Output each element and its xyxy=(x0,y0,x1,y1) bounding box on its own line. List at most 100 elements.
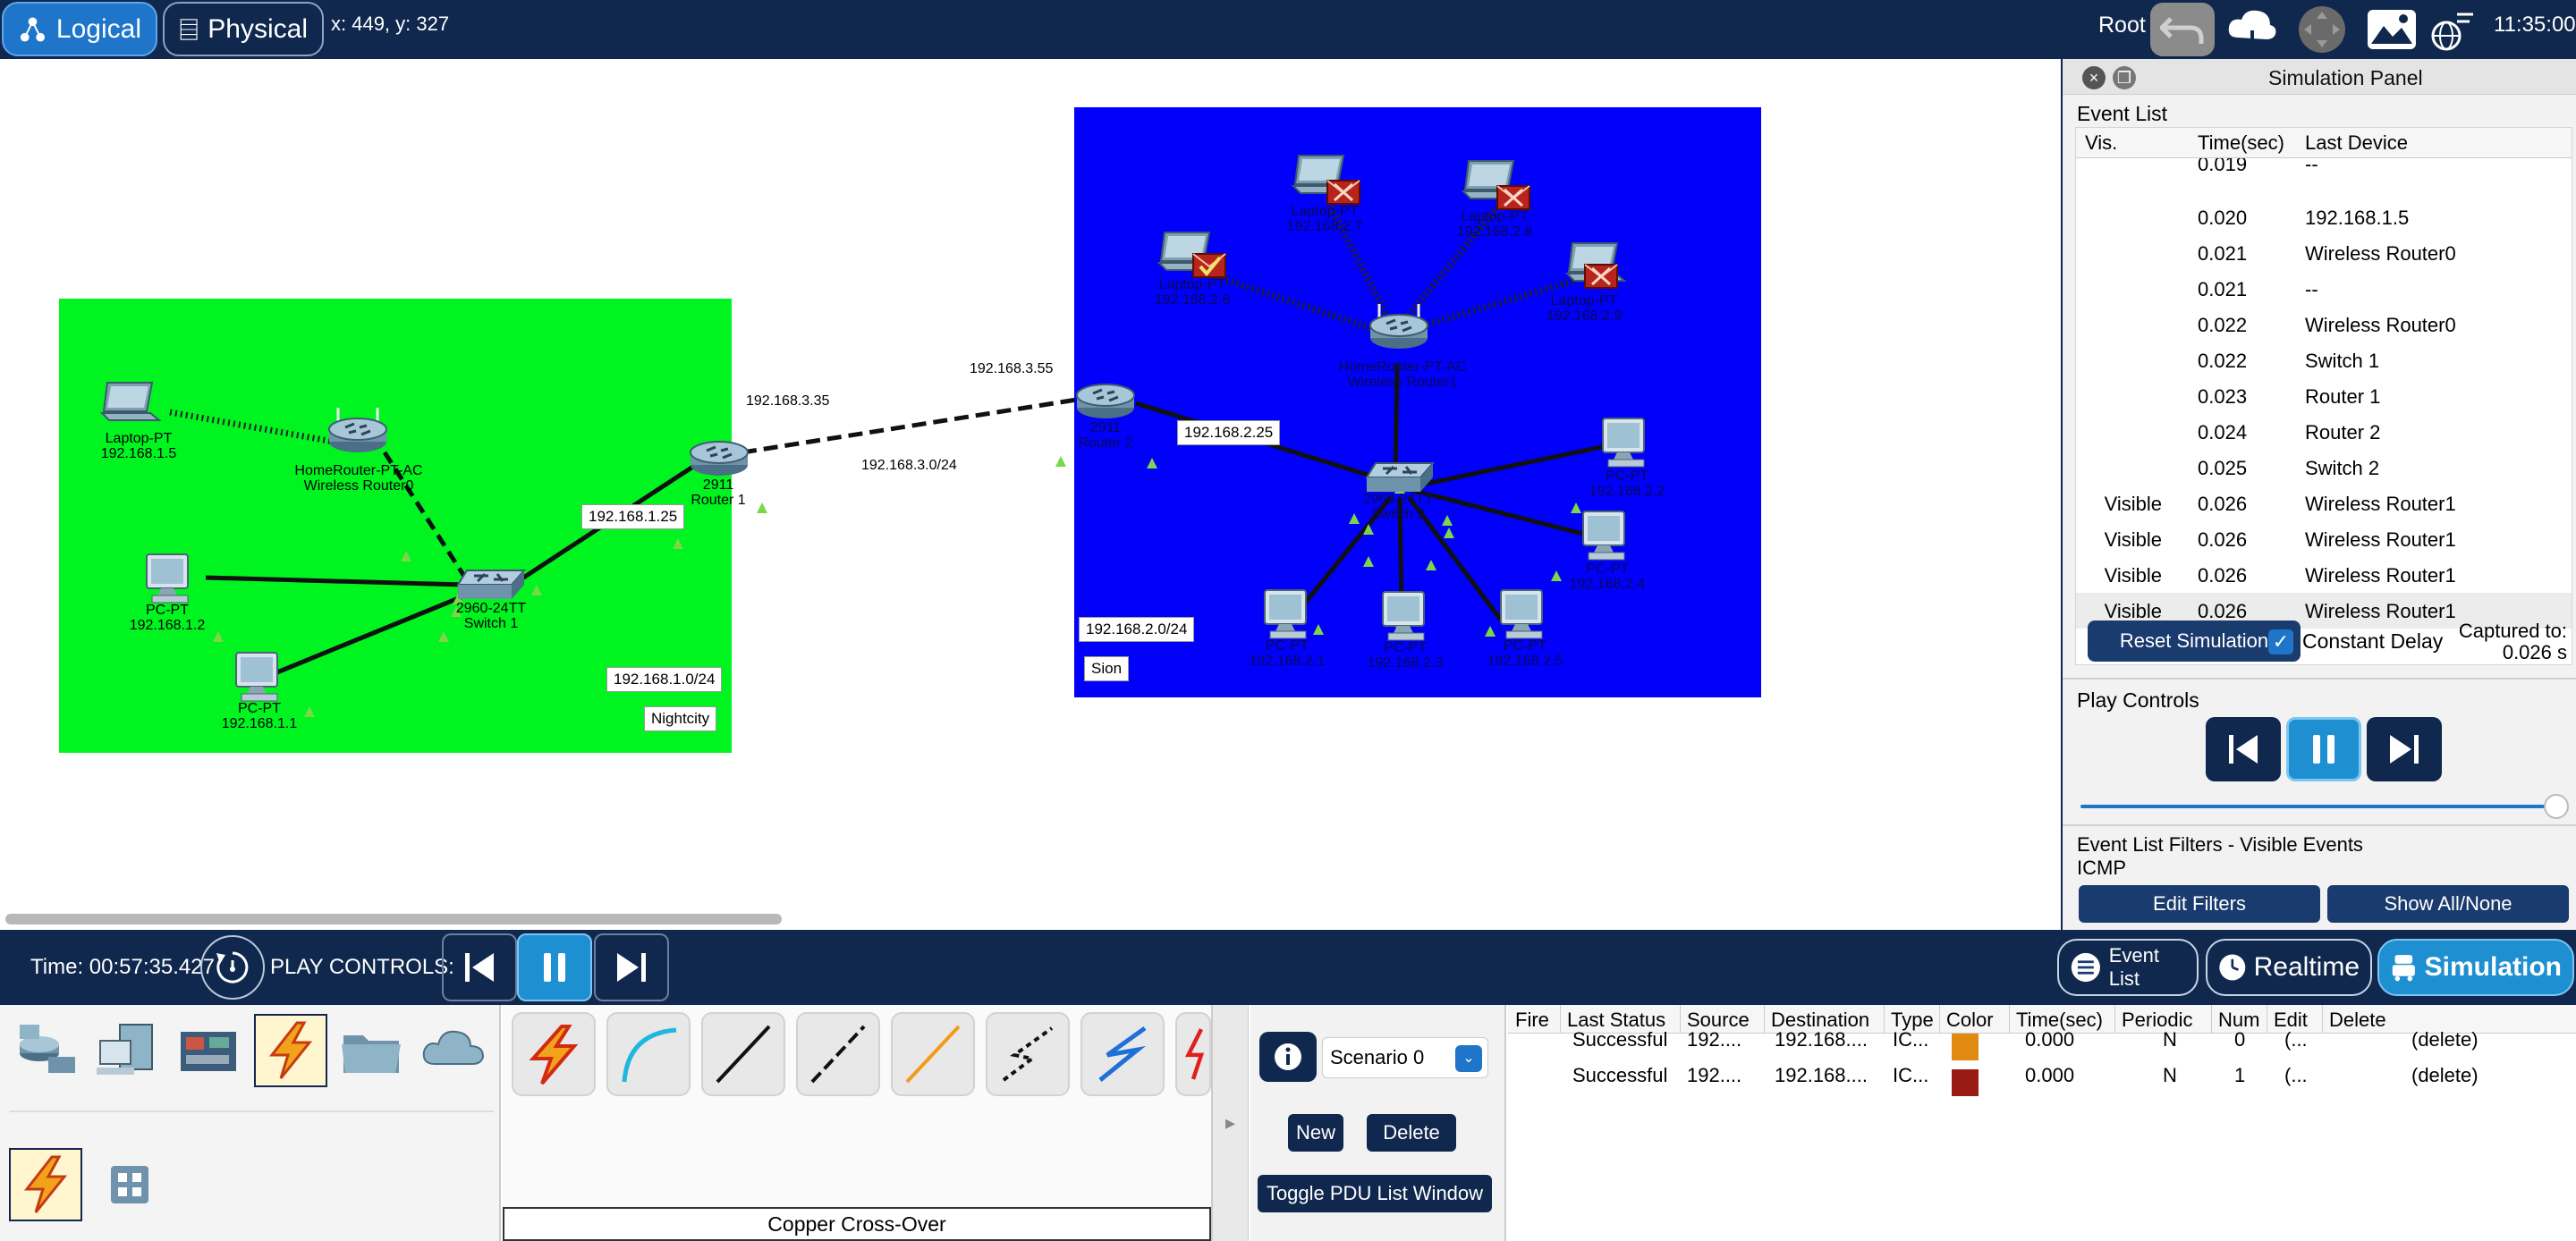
event-row[interactable]: 0.022 Wireless Router0 xyxy=(2076,307,2572,342)
event-row[interactable]: 0.022 Switch 1 xyxy=(2076,342,2572,378)
constant-delay-checkbox[interactable]: ✓ xyxy=(2268,629,2293,654)
event-row[interactable]: Visible 0.026 Wireless Router1 xyxy=(2076,521,2572,557)
cluster-name-note[interactable]: Nightcity xyxy=(644,706,717,731)
undo-button[interactable] xyxy=(2150,3,2215,56)
event-row[interactable]: 0.025 Switch 2 xyxy=(2076,450,2572,485)
laptop-192-168-2-8[interactable] xyxy=(1462,160,1531,211)
connections-category[interactable] xyxy=(254,1014,327,1087)
pc-192-168-2-4[interactable] xyxy=(1582,511,1625,561)
event-row[interactable]: Visible 0.026 Wireless Router1 xyxy=(2076,557,2572,593)
show-all-none-button[interactable]: Show All/None xyxy=(2327,885,2569,923)
simulation-mode-button[interactable]: Simulation xyxy=(2377,939,2574,996)
panel-collapse-arrow[interactable]: ▸ xyxy=(1213,1005,1249,1241)
serial-connection[interactable] xyxy=(1175,1012,1211,1096)
pc-192-168-2-2[interactable] xyxy=(1602,418,1645,468)
pause-button[interactable] xyxy=(517,933,592,1001)
speed-slider-track[interactable] xyxy=(2080,805,2555,808)
grid-view-button[interactable] xyxy=(93,1148,166,1221)
multiuser-category[interactable] xyxy=(417,1014,490,1087)
pdu-delete[interactable]: (delete) xyxy=(2411,1028,2479,1051)
network-devices-category[interactable] xyxy=(9,1014,82,1087)
laptop-192-168-1-5[interactable] xyxy=(101,382,160,421)
pc-192-168-1-1[interactable] xyxy=(235,652,278,702)
components-category[interactable] xyxy=(172,1014,245,1087)
console-connection[interactable] xyxy=(606,1012,691,1096)
laptop-192-168-2-7[interactable] xyxy=(1292,155,1361,206)
close-panel-button[interactable]: × xyxy=(2082,66,2106,89)
horizontal-scrollbar[interactable] xyxy=(5,914,782,924)
move-button[interactable] xyxy=(2290,3,2354,56)
router-2[interactable] xyxy=(1075,383,1136,420)
connection-type-selector[interactable] xyxy=(9,1148,82,1221)
toggle-pdu-list-button[interactable]: Toggle PDU List Window xyxy=(1258,1175,1492,1212)
column-header[interactable]: Last Device xyxy=(2305,131,2408,155)
device-label: 2960-24TT Switch 2 xyxy=(1362,492,1434,522)
pdu-row[interactable]: Successful 192.... 192.168.... IC... 0.000 N 0… xyxy=(1508,1023,2576,1060)
pause-button[interactable] xyxy=(2286,717,2361,781)
column-header[interactable]: Vis. xyxy=(2085,131,2117,155)
pc-192-168-2-3[interactable] xyxy=(1382,591,1425,641)
pdu-delete[interactable]: (delete) xyxy=(2411,1064,2479,1087)
reset-time-button[interactable] xyxy=(200,935,265,1000)
network-note[interactable]: 192.168.2.0/24 xyxy=(1079,617,1195,642)
logical-view-button[interactable]: Logical xyxy=(2,2,157,56)
cloud-button[interactable] xyxy=(2220,3,2284,56)
fiber-connection[interactable] xyxy=(891,1012,975,1096)
scenario-info-button[interactable] xyxy=(1259,1032,1317,1082)
step-back-button[interactable] xyxy=(442,933,517,1001)
event-time: 0.026 xyxy=(2198,564,2248,587)
wireless-router1[interactable] xyxy=(1368,302,1429,350)
pc-192-168-2-5[interactable] xyxy=(1500,589,1543,639)
root-breadcrumb[interactable]: Root xyxy=(2098,13,2146,38)
link-ip-label[interactable]: 192.168.1.25 xyxy=(581,504,685,529)
switch-1[interactable] xyxy=(456,569,526,601)
physical-view-button[interactable]: Physical xyxy=(163,2,324,56)
copper-straight-through-connection[interactable] xyxy=(701,1012,785,1096)
event-row[interactable]: 0.019 -- xyxy=(2076,158,2572,182)
wireless-router0[interactable] xyxy=(327,406,388,454)
phone-connection[interactable] xyxy=(986,1012,1070,1096)
miscellaneous-category[interactable] xyxy=(335,1014,408,1087)
end-devices-category[interactable] xyxy=(89,1014,163,1087)
event-row[interactable]: 0.024 Router 2 xyxy=(2076,414,2572,450)
speed-slider-handle[interactable] xyxy=(2544,794,2569,819)
link-ip-label[interactable]: 192.168.2.25 xyxy=(1177,420,1281,445)
pdu-edit[interactable]: (... xyxy=(2284,1028,2308,1051)
pdu-row[interactable]: Successful 192.... 192.168.... IC... 0.000 N 1… xyxy=(1508,1059,2576,1096)
pdu-edit[interactable]: (... xyxy=(2284,1064,2308,1087)
step-back-button[interactable] xyxy=(2206,717,2281,781)
switch-2[interactable] xyxy=(1365,461,1435,494)
new-scenario-button[interactable]: New xyxy=(1288,1114,1343,1152)
network-time-button[interactable] xyxy=(2429,3,2476,56)
link xyxy=(205,575,466,587)
components-icon xyxy=(181,1032,236,1071)
cluster-name-note[interactable]: Sion xyxy=(1084,656,1130,681)
event-row[interactable]: 0.021 Wireless Router0 xyxy=(2076,235,2572,271)
step-forward-button[interactable] xyxy=(594,933,669,1001)
logical-workspace[interactable]: Laptop-PT 192.168.1.5 HomeRouter-PT-AC Wir… xyxy=(0,59,2061,930)
automatic-connection[interactable] xyxy=(512,1012,596,1096)
delete-scenario-button[interactable]: Delete xyxy=(1367,1114,1456,1152)
pdu-type: IC... xyxy=(1893,1064,1929,1086)
event-row[interactable]: 0.023 Router 1 xyxy=(2076,378,2572,414)
event-row[interactable]: Visible 0.026 Wireless Router1 xyxy=(2076,485,2572,521)
pc-192-168-2-1[interactable] xyxy=(1264,589,1307,639)
router-1[interactable] xyxy=(689,440,750,477)
copper-cross-over-connection[interactable] xyxy=(796,1012,880,1096)
step-forward-button[interactable] xyxy=(2367,717,2442,781)
pc-192-168-1-2[interactable] xyxy=(146,553,189,604)
event-row[interactable]: 0.021 -- xyxy=(2076,271,2572,307)
edit-filters-button[interactable]: Edit Filters xyxy=(2079,885,2320,923)
coaxial-connection[interactable] xyxy=(1080,1012,1165,1096)
laptop-192-168-2-6[interactable] xyxy=(1158,232,1227,279)
scenario-select[interactable]: Scenario 0 ⌄ xyxy=(1322,1037,1488,1078)
column-header[interactable]: Time(sec) xyxy=(2198,131,2284,155)
realtime-mode-button[interactable]: Realtime xyxy=(2206,939,2372,996)
laptop-192-168-2-9[interactable] xyxy=(1566,242,1625,290)
network-note[interactable]: 192.168.1.0/24 xyxy=(606,667,723,692)
event-list-table[interactable]: Vis. Time(sec) Last Device 0.019 -- 0.020 1… xyxy=(2075,127,2572,665)
event-row[interactable]: 0.020 192.168.1.5 xyxy=(2076,199,2572,235)
restore-panel-button[interactable]: ❐ xyxy=(2113,66,2136,89)
background-button[interactable] xyxy=(2360,3,2424,56)
event-list-toggle[interactable]: Event List xyxy=(2057,939,2199,996)
